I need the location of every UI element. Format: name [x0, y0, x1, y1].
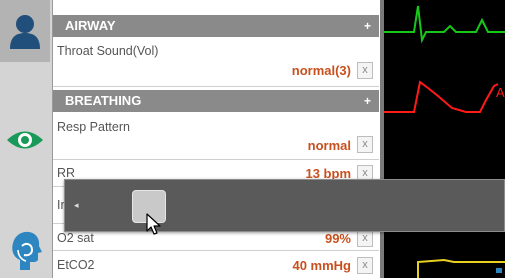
param-value[interactable]: 40 mmHg — [292, 258, 351, 273]
waveform-label-fragment: A — [496, 85, 505, 100]
value-slider[interactable]: ◂ — [64, 179, 505, 232]
param-label: EtCO2 — [57, 258, 95, 272]
section-header-airway[interactable]: AIRWAY + — [53, 15, 379, 37]
param-row-etco2[interactable]: EtCO2 40 mmHg x — [53, 252, 379, 278]
clear-button[interactable]: x — [357, 62, 373, 79]
param-label: RR — [57, 166, 76, 180]
person-icon — [10, 15, 40, 49]
expand-icon[interactable]: + — [364, 15, 371, 37]
param-row-throat-sound[interactable]: Throat Sound(Vol) normal(3) x — [53, 37, 379, 87]
parameter-panel: AIRWAY + Throat Sound(Vol) normal(3) x B… — [52, 0, 380, 278]
clear-button[interactable]: x — [357, 136, 373, 153]
clear-button[interactable]: x — [357, 230, 373, 247]
param-label: Throat Sound(Vol) — [57, 44, 159, 58]
sidebar-item-airway[interactable] — [0, 0, 50, 62]
param-value[interactable]: normal — [308, 138, 351, 153]
head-profile-icon — [12, 231, 42, 270]
ecg-trace — [384, 5, 505, 44]
param-row-resp-pattern[interactable]: Resp Pattern normal x — [53, 112, 379, 160]
expand-icon[interactable]: + — [364, 90, 371, 112]
sidebar-item-head[interactable] — [0, 222, 50, 278]
param-value[interactable]: 99% — [325, 231, 351, 246]
section-title: BREATHING — [65, 93, 142, 108]
pleth-trace — [384, 80, 499, 113]
section-header-breathing[interactable]: BREATHING + — [53, 90, 379, 112]
section-title: AIRWAY — [65, 18, 116, 33]
vital-signs-monitor: A — [384, 0, 505, 278]
sidebar — [0, 0, 52, 278]
clear-button[interactable]: x — [357, 257, 373, 274]
mouse-cursor-icon — [146, 213, 161, 235]
param-value[interactable]: normal(3) — [292, 63, 351, 78]
capno-marker — [496, 268, 502, 273]
capno-trace — [417, 258, 505, 278]
slider-left-arrow-icon[interactable]: ◂ — [74, 200, 79, 211]
param-label: O2 sat — [57, 231, 94, 245]
sidebar-item-eye[interactable] — [0, 112, 50, 168]
eye-icon — [7, 131, 43, 149]
param-label: Resp Pattern — [57, 120, 130, 134]
